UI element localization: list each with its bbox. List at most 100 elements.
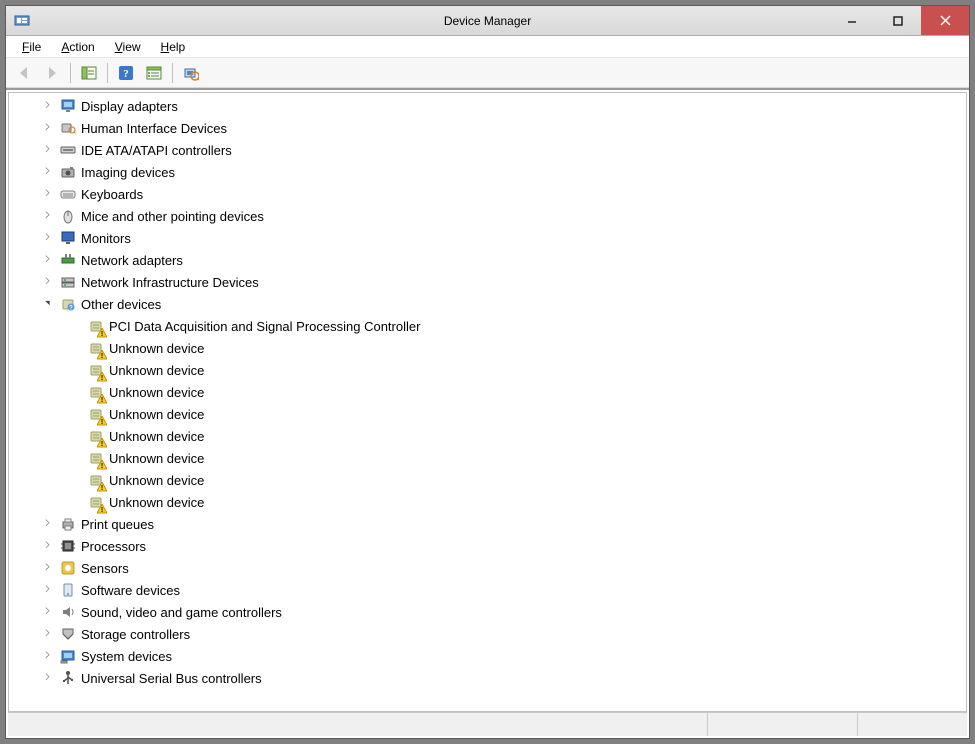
- chevron-right-icon[interactable]: [43, 232, 55, 244]
- chevron-right-icon[interactable]: [43, 628, 55, 640]
- category-netinfra[interactable]: Network Infrastructure Devices: [9, 271, 966, 293]
- device-item[interactable]: Unknown device: [9, 359, 966, 381]
- category-other[interactable]: Other devices: [9, 293, 966, 315]
- chevron-down-icon[interactable]: [43, 298, 55, 310]
- maximize-button[interactable]: [875, 6, 921, 35]
- window-title: Device Manager: [444, 14, 531, 28]
- category-sensors[interactable]: Sensors: [9, 557, 966, 579]
- unknown-device-icon: [87, 362, 105, 378]
- category-imaging[interactable]: Imaging devices: [9, 161, 966, 183]
- menu-action[interactable]: Action: [51, 38, 104, 56]
- device-item[interactable]: Unknown device: [9, 425, 966, 447]
- category-label: Network adapters: [81, 253, 183, 268]
- unknown-device-icon: [87, 340, 105, 356]
- warning-badge-icon: [97, 414, 107, 424]
- toolbar-separator: [172, 63, 173, 83]
- menubar: File Action View Help: [6, 36, 969, 58]
- chevron-right-icon[interactable]: [43, 606, 55, 618]
- device-tree[interactable]: Display adapters Human Interface Devices…: [8, 92, 967, 712]
- menu-view[interactable]: View: [105, 38, 151, 56]
- help-button[interactable]: ?: [114, 61, 138, 85]
- device-label: Unknown device: [109, 363, 204, 378]
- toolbar-separator: [70, 63, 71, 83]
- chevron-right-icon[interactable]: [43, 122, 55, 134]
- category-display-adapters[interactable]: Display adapters: [9, 95, 966, 117]
- properties-button[interactable]: [142, 61, 166, 85]
- category-system[interactable]: System devices: [9, 645, 966, 667]
- category-label: Display adapters: [81, 99, 178, 114]
- display-icon: [59, 98, 77, 114]
- device-label: Unknown device: [109, 451, 204, 466]
- chevron-right-icon[interactable]: [43, 188, 55, 200]
- device-item[interactable]: PCI Data Acquisition and Signal Processi…: [9, 315, 966, 337]
- category-label: Storage controllers: [81, 627, 190, 642]
- network-icon: [59, 252, 77, 268]
- category-label: Print queues: [81, 517, 154, 532]
- cpu-icon: [59, 538, 77, 554]
- chevron-right-icon[interactable]: [43, 144, 55, 156]
- category-label: Network Infrastructure Devices: [81, 275, 259, 290]
- category-label: Processors: [81, 539, 146, 554]
- warning-badge-icon: [97, 458, 107, 468]
- other-icon: [59, 296, 77, 312]
- chevron-right-icon[interactable]: [43, 562, 55, 574]
- chevron-right-icon[interactable]: [43, 210, 55, 222]
- chevron-right-icon[interactable]: [43, 100, 55, 112]
- category-software[interactable]: Software devices: [9, 579, 966, 601]
- back-button[interactable]: [12, 61, 36, 85]
- category-ide[interactable]: IDE ATA/ATAPI controllers: [9, 139, 966, 161]
- close-button[interactable]: [921, 6, 969, 35]
- statusbar: [8, 712, 967, 736]
- show-hide-console-button[interactable]: [77, 61, 101, 85]
- forward-button[interactable]: [40, 61, 64, 85]
- warning-badge-icon: [97, 348, 107, 358]
- device-item[interactable]: Unknown device: [9, 337, 966, 359]
- sound-icon: [59, 604, 77, 620]
- unknown-device-icon: [87, 384, 105, 400]
- device-item[interactable]: Unknown device: [9, 469, 966, 491]
- category-keyboards[interactable]: Keyboards: [9, 183, 966, 205]
- menu-help[interactable]: Help: [151, 38, 196, 56]
- mouse-icon: [59, 208, 77, 224]
- category-sound[interactable]: Sound, video and game controllers: [9, 601, 966, 623]
- chevron-right-icon[interactable]: [43, 254, 55, 266]
- storage-icon: [59, 626, 77, 642]
- category-hid[interactable]: Human Interface Devices: [9, 117, 966, 139]
- unknown-device-icon: [87, 428, 105, 444]
- chevron-right-icon[interactable]: [43, 166, 55, 178]
- hid-icon: [59, 120, 77, 136]
- minimize-button[interactable]: [829, 6, 875, 35]
- category-mice[interactable]: Mice and other pointing devices: [9, 205, 966, 227]
- category-label: Imaging devices: [81, 165, 175, 180]
- category-usb[interactable]: Universal Serial Bus controllers: [9, 667, 966, 689]
- titlebar[interactable]: Device Manager: [6, 6, 969, 36]
- category-processors[interactable]: Processors: [9, 535, 966, 557]
- category-label: Mice and other pointing devices: [81, 209, 264, 224]
- category-monitors[interactable]: Monitors: [9, 227, 966, 249]
- category-label: Monitors: [81, 231, 131, 246]
- category-label: Keyboards: [81, 187, 143, 202]
- chevron-right-icon[interactable]: [43, 672, 55, 684]
- menu-file[interactable]: File: [12, 38, 51, 56]
- chevron-right-icon[interactable]: [43, 584, 55, 596]
- warning-badge-icon: [97, 392, 107, 402]
- warning-badge-icon: [97, 326, 107, 336]
- printer-icon: [59, 516, 77, 532]
- usb-icon: [59, 670, 77, 686]
- device-item[interactable]: Unknown device: [9, 491, 966, 513]
- scan-hardware-button[interactable]: [179, 61, 203, 85]
- warning-badge-icon: [97, 502, 107, 512]
- category-network[interactable]: Network adapters: [9, 249, 966, 271]
- device-item[interactable]: Unknown device: [9, 403, 966, 425]
- chevron-right-icon[interactable]: [43, 276, 55, 288]
- category-storage[interactable]: Storage controllers: [9, 623, 966, 645]
- device-item[interactable]: Unknown device: [9, 381, 966, 403]
- app-icon: [14, 13, 30, 29]
- chevron-right-icon[interactable]: [43, 540, 55, 552]
- monitor-icon: [59, 230, 77, 246]
- warning-badge-icon: [97, 436, 107, 446]
- category-printq[interactable]: Print queues: [9, 513, 966, 535]
- chevron-right-icon[interactable]: [43, 518, 55, 530]
- chevron-right-icon[interactable]: [43, 650, 55, 662]
- device-item[interactable]: Unknown device: [9, 447, 966, 469]
